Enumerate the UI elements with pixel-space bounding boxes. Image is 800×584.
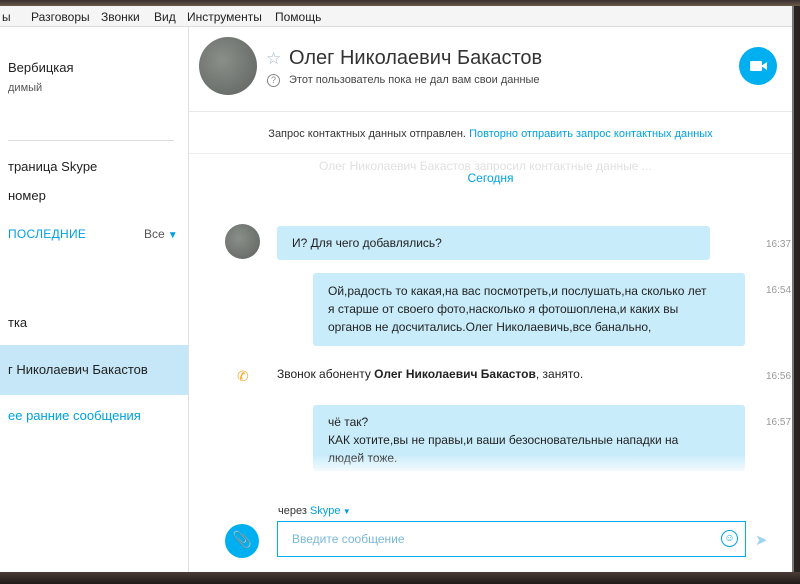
profile-status[interactable]: димый	[8, 82, 42, 94]
attach-button[interactable]: 📎	[225, 524, 259, 558]
video-call-button[interactable]	[739, 47, 777, 85]
contact-avatar[interactable]	[199, 37, 257, 95]
message-time: 16:57	[766, 417, 792, 428]
message-text: И? Для чего добавлялись?	[292, 236, 442, 250]
message-bubble[interactable]: И? Для чего добавлялись?	[277, 226, 710, 260]
call-time: 16:56	[766, 371, 792, 382]
menu-item-help[interactable]: Помощь	[275, 10, 321, 24]
message-avatar[interactable]	[225, 224, 260, 259]
recent-tab[interactable]: ПОСЛЕДНИЕ	[8, 227, 86, 241]
menu-item-contacts[interactable]: ы	[2, 10, 11, 24]
profile-name[interactable]: Вербицкая	[8, 60, 74, 75]
sidebar-item-skype-page[interactable]: траница Skype	[8, 159, 97, 174]
message-bubble[interactable]: Ой,радость то какая,на вас посмотреть,и …	[313, 273, 745, 346]
favorite-star-icon[interactable]: ☆	[266, 49, 281, 69]
screen-frame: ы Разговоры Звонки Вид Инструменты Помощ…	[0, 0, 800, 584]
contact-name[interactable]: Олег Николаевич Бакастов	[289, 47, 542, 70]
message-input[interactable]: Введите сообщение ☺	[277, 521, 746, 557]
emoji-icon[interactable]: ☺	[721, 530, 738, 547]
sidebar: Вербицкая димый траница Skype номер ПОСЛ…	[0, 27, 189, 572]
filter-dropdown[interactable]: Все ▼	[144, 227, 178, 241]
send-via[interactable]: через Skype ▼	[278, 505, 351, 517]
resend-request-link[interactable]: Повторно отправить запрос контактных дан…	[469, 128, 713, 140]
message-time: 16:37	[766, 239, 792, 250]
conversation-pane: ☆ Олег Николаевич Бакастов ? Этот пользо…	[189, 27, 792, 572]
recent-item-selected[interactable]: г Николаевич Бакастов	[0, 345, 188, 395]
menu-item-view[interactable]: Вид	[154, 10, 176, 24]
date-divider: Сегодня	[467, 171, 514, 185]
chevron-down-icon: ▼	[167, 230, 178, 241]
sidebar-divider	[8, 140, 174, 141]
paperclip-icon: 📎	[232, 532, 252, 549]
selected-contact-name: г Николаевич Бакастов	[8, 362, 148, 377]
menu-item-calls[interactable]: Звонки	[101, 10, 140, 24]
menu-item-tools[interactable]: Инструменты	[187, 10, 262, 24]
message-input-placeholder: Введите сообщение	[292, 532, 405, 546]
message-time: 16:54	[766, 285, 792, 296]
send-icon[interactable]: ➤	[755, 531, 768, 549]
help-icon: ?	[267, 74, 280, 87]
earlier-messages-link[interactable]: ее ранние сообщения	[8, 408, 141, 423]
skype-window: ы Разговоры Звонки Вид Инструменты Помощ…	[0, 6, 794, 572]
menu-bar: ы Разговоры Звонки Вид Инструменты Помощ…	[0, 6, 792, 27]
sidebar-item-number[interactable]: номер	[8, 188, 46, 203]
contact-status: Этот пользователь пока не дал вам свои д…	[289, 74, 540, 86]
request-sent-text: Запрос контактных данных отправлен.	[268, 128, 466, 140]
call-event: Звонок абоненту Олег Николаевич Бакастов…	[277, 367, 584, 381]
phone-icon: ✆	[237, 368, 249, 384]
menu-item-conversations[interactable]: Разговоры	[31, 10, 90, 24]
filter-label: Все	[144, 227, 165, 241]
window-bottom-strip	[0, 572, 800, 584]
message-text: Ой,радость то какая,на вас посмотреть,и …	[328, 284, 707, 334]
contact-request-notice: Запрос контактных данных отправлен. Повт…	[189, 128, 792, 140]
recent-item[interactable]: тка	[8, 315, 27, 330]
